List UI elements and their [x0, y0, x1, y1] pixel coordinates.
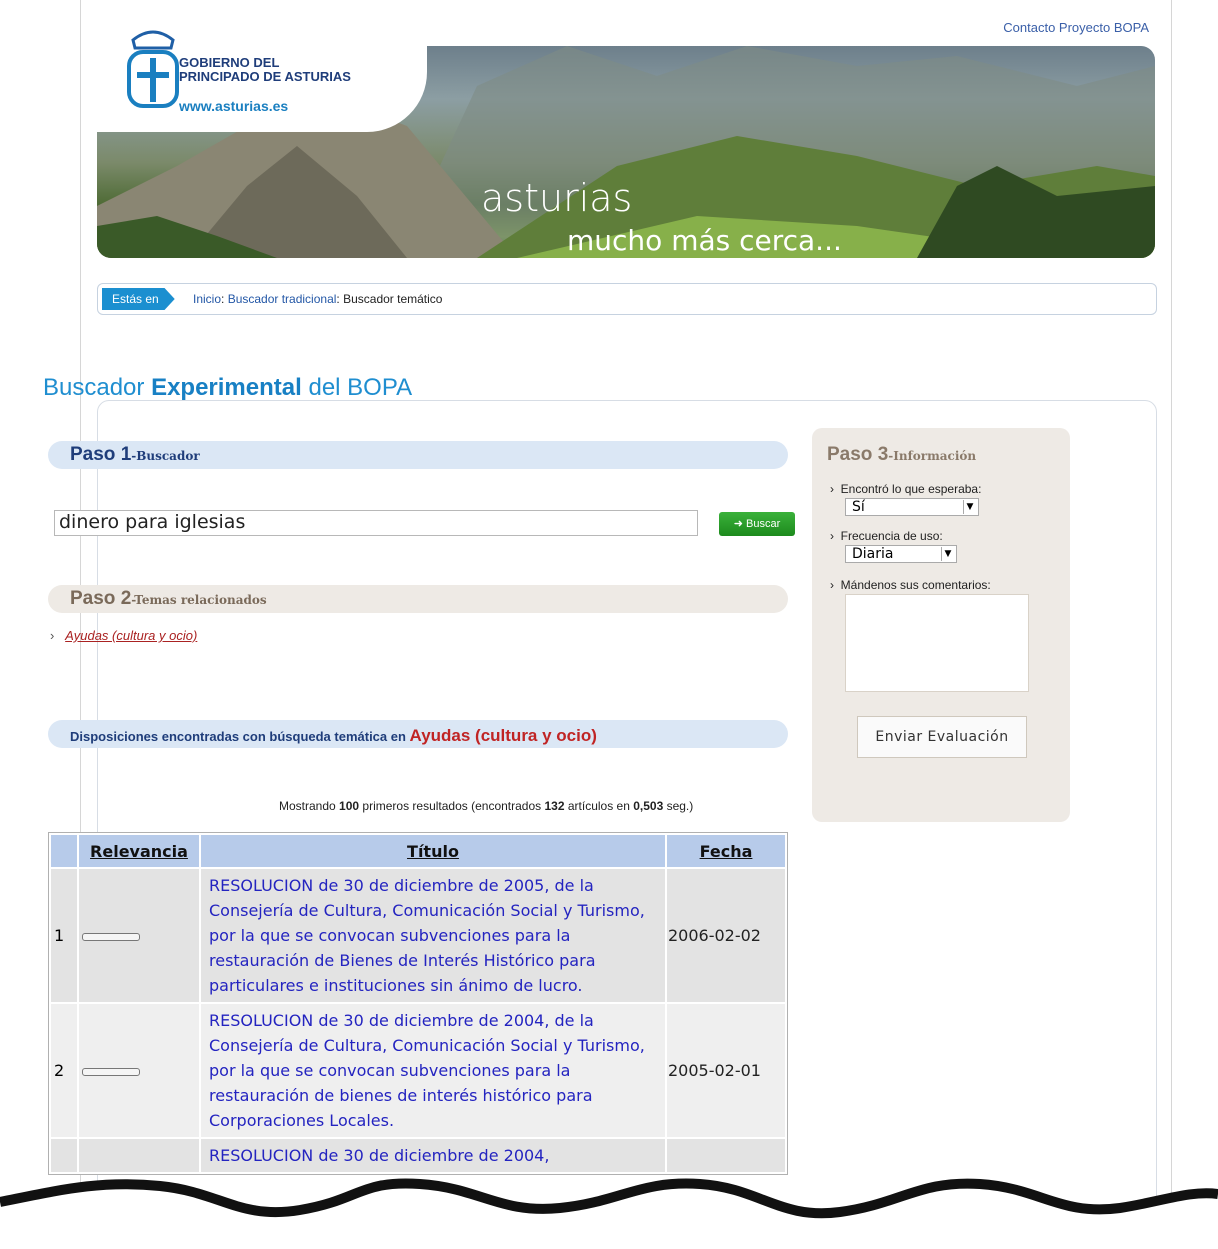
- question-frequency-label: › Frecuencia de uso:: [830, 529, 943, 543]
- result-title-link[interactable]: RESOLUCION de 30 de diciembre de 2004, d…: [201, 1004, 665, 1137]
- relevance-bar: [82, 1068, 140, 1076]
- step1-header: Paso 1-Buscador: [48, 441, 788, 469]
- column-fecha[interactable]: Fecha: [667, 835, 785, 867]
- breadcrumb-home-link[interactable]: Inicio: [193, 292, 221, 306]
- coat-of-arms-icon: [127, 30, 179, 108]
- question-found-label: › Encontró lo que esperaba:: [830, 482, 982, 496]
- breadcrumb-label: Estás en: [102, 288, 175, 310]
- search-input[interactable]: dinero para iglesias: [54, 510, 698, 536]
- comments-textarea[interactable]: [845, 594, 1029, 692]
- column-relevancia[interactable]: Relevancia: [79, 835, 199, 867]
- submit-evaluation-button[interactable]: Enviar Evaluación: [857, 716, 1027, 758]
- breadcrumb-current: Buscador temático: [343, 292, 443, 306]
- result-title-link[interactable]: RESOLUCION de 30 de diciembre de 2005, d…: [201, 869, 665, 1002]
- logo-area[interactable]: GOBIERNO DEL PRINCIPADO DE ASTURIAS www.…: [97, 6, 427, 132]
- results-theme: Ayudas (cultura y ocio): [409, 726, 597, 745]
- step2-header: Paso 2-Temas relacionados: [48, 585, 788, 613]
- related-topic-link[interactable]: Ayudas (cultura y ocio): [65, 628, 197, 643]
- results-header: Disposiciones encontradas con búsqueda t…: [48, 720, 788, 748]
- page-title: Buscador Experimental del BOPA: [43, 374, 413, 401]
- table-row: 2 RESOLUCION de 30 de diciembre de 2004,…: [51, 1004, 785, 1137]
- contact-link[interactable]: Contacto Proyecto BOPA: [1003, 20, 1149, 35]
- frequency-select[interactable]: Diaria ▼: [845, 545, 957, 563]
- breadcrumb: Estás en Inicio: Buscador tradicional: B…: [97, 283, 1157, 315]
- torn-edge-decoration: [0, 1178, 1218, 1249]
- logo-url[interactable]: www.asturias.es: [179, 98, 288, 114]
- evaluation-panel: Paso 3-Información › Encontró lo que esp…: [812, 428, 1070, 822]
- related-topic-item[interactable]: › Ayudas (cultura y ocio): [50, 628, 197, 643]
- slogan-line2: mucho más cerca...: [567, 224, 842, 257]
- breadcrumb-traditional-link[interactable]: Buscador tradicional: [228, 292, 337, 306]
- slogan-line1: asturias: [481, 176, 633, 220]
- column-titulo[interactable]: Título: [201, 835, 665, 867]
- table-row: 1 RESOLUCION de 30 de diciembre de 2005,…: [51, 869, 785, 1002]
- found-select[interactable]: Sí ▼: [845, 498, 979, 516]
- step3-header: Paso 3-Información: [827, 444, 977, 465]
- question-comments-label: › Mándenos sus comentarios:: [830, 578, 991, 592]
- chevron-down-icon: ▼: [941, 547, 954, 561]
- results-count: Mostrando 100 primeros resultados (encon…: [279, 799, 694, 813]
- results-table: Relevancia Título Fecha 1 RESOLUCION de …: [48, 832, 788, 1175]
- breadcrumb-trail: Inicio: Buscador tradicional: Buscador t…: [193, 292, 443, 306]
- logo-text: GOBIERNO DEL PRINCIPADO DE ASTURIAS: [179, 55, 351, 84]
- search-button[interactable]: ➜ Buscar: [719, 512, 795, 536]
- relevance-bar: [82, 933, 140, 941]
- chevron-down-icon: ▼: [963, 500, 976, 514]
